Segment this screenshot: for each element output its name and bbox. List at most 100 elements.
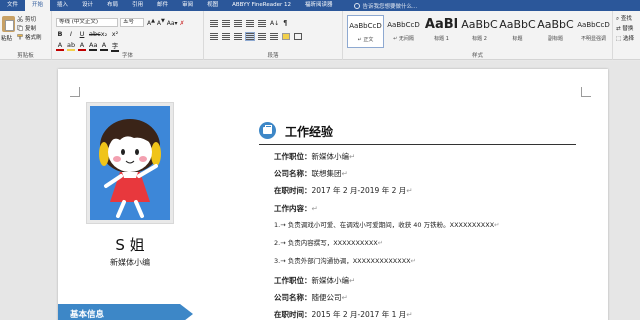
- borders-icon[interactable]: [294, 33, 302, 40]
- style-item-4[interactable]: AaBbC 标题: [499, 15, 536, 48]
- experience-line-3: 工作内容：↵: [274, 203, 318, 214]
- font-effect-button-3[interactable]: Aa: [89, 41, 97, 51]
- basic-info-section-header: 基本信息: [58, 304, 193, 320]
- copy-button[interactable]: 复制: [17, 24, 36, 32]
- lightbulb-icon: [353, 2, 360, 9]
- experience-divider: [259, 144, 576, 145]
- font-group: 等线 (中文正文) 五号 A▲ A▼ Aa▾ ✗ B I Uabc x₂ x² Aab A…: [52, 11, 204, 60]
- menu-tab-1[interactable]: 开始: [25, 0, 51, 11]
- style-item-1[interactable]: AaBbCcD ↵ 无间隔: [385, 15, 422, 48]
- increase-indent-icon[interactable]: [258, 19, 266, 27]
- copy-label: 复制: [25, 26, 37, 32]
- bullet-list-icon[interactable]: [210, 19, 218, 27]
- font-format-button-4[interactable]: x₂: [100, 30, 108, 38]
- crop-mark-top-left: [70, 87, 80, 97]
- experience-line-value: 2.→ 负责内容撰写，XXXXXXXXXX: [274, 239, 378, 247]
- line-spacing-icon[interactable]: [270, 33, 278, 40]
- align-right-icon[interactable]: [234, 33, 242, 40]
- show-marks-icon[interactable]: ¶: [283, 19, 287, 27]
- paragraph-mark-icon: ↵: [377, 239, 384, 247]
- font-size-select[interactable]: 五号: [120, 18, 144, 27]
- align-left-icon[interactable]: [210, 33, 218, 40]
- font-effect-button-4[interactable]: A: [100, 41, 108, 51]
- format-painter-icon: [17, 34, 23, 40]
- experience-line-value: 联想集团: [311, 169, 342, 178]
- experience-line-2: 在职时间：2017 年 2 月-2019 年 2 月↵: [274, 185, 413, 196]
- menu-tab-9[interactable]: ABBYY FineReader 12: [225, 0, 298, 11]
- replace-button[interactable]: ⇄ 替换: [616, 24, 640, 34]
- paragraph-mark-icon: ↵: [341, 293, 348, 302]
- numbered-list-icon[interactable]: [222, 19, 230, 27]
- menu-tab-10[interactable]: 福昕阅读器: [298, 0, 340, 11]
- find-button[interactable]: ⌕ 查找: [616, 14, 640, 24]
- menu-tab-3[interactable]: 设计: [75, 0, 100, 11]
- decrease-indent-icon[interactable]: [246, 19, 254, 27]
- paste-button-label[interactable]: 粘贴: [1, 34, 12, 42]
- experience-line-value: 2015 年 2 月-2017 年 1 月: [311, 310, 407, 319]
- style-item-6[interactable]: AaBbCcD 不明显强调: [575, 15, 612, 48]
- font-effect-button-2[interactable]: A: [78, 41, 86, 51]
- experience-line-value: 新媒体小编: [311, 276, 350, 285]
- font-format-button-0[interactable]: B: [56, 30, 64, 38]
- justify-icon[interactable]: [245, 32, 255, 41]
- cut-label: 剪切: [25, 17, 37, 23]
- experience-title: 工作经验: [285, 125, 334, 139]
- style-item-3[interactable]: AaBbC 标题 2: [461, 15, 498, 48]
- experience-line-value: 随便公司: [311, 293, 342, 302]
- font-format-row-1: B I Uabc x₂ x²: [56, 30, 119, 38]
- crop-mark-top-right: [581, 87, 591, 97]
- sort-icon[interactable]: A↓: [270, 20, 279, 27]
- experience-line-9: 在职时间：2015 年 2 月-2017 年 1 月↵: [274, 309, 413, 320]
- multilevel-list-icon[interactable]: [234, 19, 242, 27]
- font-format-button-2[interactable]: U: [78, 30, 86, 38]
- paragraph-mark-icon: ↵: [410, 257, 417, 265]
- font-grow-shrink[interactable]: A▲ A▼ Aa▾ ✗: [147, 18, 184, 27]
- ribbon: 粘贴 剪切 复制 格式刷 剪贴板 等线 (中文正文) 五号 A▲ A▼ Aa▾ …: [0, 11, 640, 60]
- experience-line-label: 在职时间：: [274, 186, 312, 195]
- font-effect-button-1[interactable]: ab: [67, 41, 75, 51]
- shading-icon[interactable]: [282, 33, 290, 40]
- experience-line-7: 工作职位：新媒体小编↵: [274, 275, 355, 286]
- style-sample: AaBl: [424, 17, 459, 32]
- resume-role: 新媒体小编: [110, 258, 150, 267]
- format-painter-button[interactable]: 格式刷: [17, 33, 42, 41]
- style-item-5[interactable]: AaBbC 副标题: [537, 15, 574, 48]
- clipboard-group-label: 剪贴板: [17, 53, 34, 59]
- font-name-select[interactable]: 等线 (中文正文): [56, 18, 118, 27]
- menu-tab-5[interactable]: 引用: [125, 0, 150, 11]
- replace-label: 替换: [622, 26, 634, 32]
- distributed-icon[interactable]: [258, 33, 266, 40]
- cartoon-girl-avatar: [90, 106, 170, 220]
- style-sample: AaBbC: [499, 18, 536, 31]
- menu-tab-8[interactable]: 视图: [200, 0, 225, 11]
- list-buttons: A↓ ¶: [210, 19, 288, 27]
- find-label: 查找: [620, 16, 632, 22]
- styles-group-label: 样式: [471, 53, 483, 59]
- paragraph-mark-icon: ↵: [349, 152, 356, 161]
- document-page[interactable]: S 姐 新媒体小编 基本信息 工作经验 工作职位：新媒体小编↵ 公司名称：联想集团…: [58, 69, 608, 320]
- experience-line-label: 公司名称：: [274, 169, 312, 178]
- font-format-button-3[interactable]: abc: [89, 30, 101, 38]
- paragraph-mark-icon: ↵: [406, 310, 413, 319]
- font-format-button-1[interactable]: I: [67, 30, 75, 38]
- menu-tab-0[interactable]: 文件: [0, 0, 25, 11]
- tell-me-placeholder: 告诉我您想要做什么...: [362, 3, 418, 10]
- clear-format-icon: ✗: [179, 20, 185, 27]
- menu-tab-6[interactable]: 邮件: [150, 0, 175, 11]
- experience-line-4: 1.→ 负责调戏小可爱、在调戏小可爱期间，收获 40 万铁粉。XXXXXXXXX…: [274, 219, 500, 229]
- tell-me-search[interactable]: 告诉我您想要做什么...: [353, 2, 418, 10]
- cut-button[interactable]: 剪切: [17, 15, 36, 23]
- menu-tab-2[interactable]: 插入: [50, 0, 75, 11]
- align-center-icon[interactable]: [222, 33, 230, 40]
- font-effect-button-0[interactable]: A: [56, 41, 64, 51]
- font-format-button-5[interactable]: x²: [111, 30, 119, 38]
- paste-icon[interactable]: [2, 16, 15, 32]
- style-item-2[interactable]: AaBl 标题 1: [423, 15, 460, 48]
- select-button[interactable]: ⬚ 选择: [616, 34, 640, 44]
- basic-info-label: 基本信息: [70, 310, 105, 320]
- menu-tab-4[interactable]: 布局: [100, 0, 125, 11]
- experience-line-label: 工作职位：: [274, 152, 312, 161]
- menu-tab-7[interactable]: 审阅: [175, 0, 200, 11]
- experience-line-6: 3.→ 负责外部门沟通协调，XXXXXXXXXXXXX↵: [274, 255, 416, 265]
- style-item-0[interactable]: AaBbCcD ↵ 正文: [347, 15, 384, 48]
